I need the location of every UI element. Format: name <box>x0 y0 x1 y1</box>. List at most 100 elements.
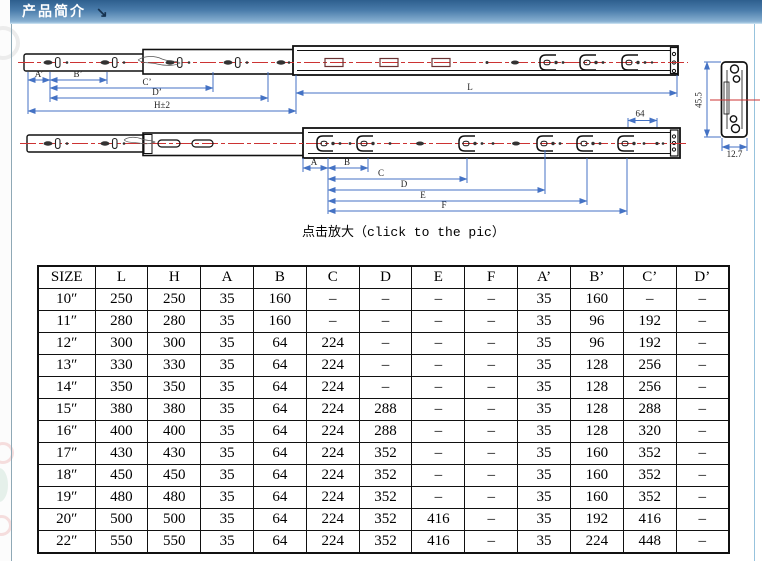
table-cell: 352 <box>623 443 676 465</box>
table-cell: – <box>306 311 359 333</box>
table-cell: 352 <box>359 443 412 465</box>
section-header-bar: 产品简介 ↘ <box>10 0 762 24</box>
table-cell: 35 <box>201 421 254 443</box>
table-cell: – <box>359 355 412 377</box>
table-cell: 64 <box>253 487 306 509</box>
table-cell: – <box>412 333 465 355</box>
dimension-label: A <box>311 157 318 167</box>
table-cell: 128 <box>570 355 623 377</box>
table-cell: 500 <box>148 509 201 531</box>
table-cell: – <box>676 531 729 554</box>
table-cell: 224 <box>306 399 359 421</box>
table-cell: 224 <box>306 487 359 509</box>
table-cell: 224 <box>306 443 359 465</box>
table-cell: 280 <box>148 311 201 333</box>
table-cell: 11″ <box>38 311 95 333</box>
table-cell: 35 <box>201 509 254 531</box>
table-cell: 64 <box>253 333 306 355</box>
table-cell: 280 <box>95 311 148 333</box>
table-cell: 330 <box>148 355 201 377</box>
table-cell: 19″ <box>38 487 95 509</box>
table-cell: 35 <box>518 531 571 554</box>
table-cell: – <box>465 487 518 509</box>
table-cell: 352 <box>359 487 412 509</box>
column-header: L <box>95 266 148 289</box>
table-cell: 160 <box>570 487 623 509</box>
product-drawing[interactable]: A’ B’ C’ D’ H±2 L <box>0 24 762 216</box>
drawing-caption[interactable]: 点击放大（click to the pic） <box>302 221 505 240</box>
table-cell: 35 <box>518 333 571 355</box>
table-cell: 35 <box>201 487 254 509</box>
table-cell: 430 <box>148 443 201 465</box>
table-cell: 35 <box>518 443 571 465</box>
column-header: A’ <box>518 266 571 289</box>
table-cell: – <box>412 355 465 377</box>
table-cell: 160 <box>570 443 623 465</box>
table-cell: 64 <box>253 377 306 399</box>
table-cell: – <box>676 487 729 509</box>
table-cell: 64 <box>253 355 306 377</box>
table-cell: 64 <box>253 443 306 465</box>
table-cell: 288 <box>359 399 412 421</box>
table-cell: 160 <box>570 289 623 311</box>
table-cell: 400 <box>95 421 148 443</box>
extended-slide-drawing: A’ B’ C’ D’ H±2 L <box>18 46 688 114</box>
table-cell: 35 <box>518 509 571 531</box>
table-cell: – <box>676 465 729 487</box>
table-cell: 250 <box>95 289 148 311</box>
table-cell: 17″ <box>38 443 95 465</box>
table-cell: 96 <box>570 311 623 333</box>
table-cell: 192 <box>623 333 676 355</box>
dimension-label: L <box>467 82 473 92</box>
table-cell: 256 <box>623 355 676 377</box>
table-cell: 35 <box>518 355 571 377</box>
table-cell: 500 <box>95 509 148 531</box>
table-cell: – <box>465 289 518 311</box>
table-cell: 288 <box>623 399 676 421</box>
table-row: 19″4804803564224352––35160352– <box>38 487 729 509</box>
table-cell: 35 <box>201 531 254 554</box>
dimension-label: 64 <box>636 109 646 119</box>
table-cell: 35 <box>518 311 571 333</box>
table-cell: – <box>465 333 518 355</box>
table-row: 11″28028035160––––3596192– <box>38 311 729 333</box>
table-cell: 128 <box>570 377 623 399</box>
table-cell: 160 <box>253 289 306 311</box>
column-header: F <box>465 266 518 289</box>
table-cell: 35 <box>518 487 571 509</box>
table-cell: 35 <box>201 311 254 333</box>
table-cell: 450 <box>95 465 148 487</box>
dimension-label: A’ <box>35 69 44 79</box>
table-cell: – <box>465 377 518 399</box>
column-header: SIZE <box>38 266 95 289</box>
table-row: 10″25025035160––––35160–– <box>38 289 729 311</box>
table-cell: 35 <box>518 289 571 311</box>
table-row: 16″4004003564224288––35128320– <box>38 421 729 443</box>
table-row: 12″3003003564224–––3596192– <box>38 333 729 355</box>
table-cell: 350 <box>95 377 148 399</box>
table-cell: 430 <box>95 443 148 465</box>
table-cell: 300 <box>148 333 201 355</box>
table-cell: – <box>412 377 465 399</box>
table-row: 22″5505503564224352416–35224448– <box>38 531 729 554</box>
table-cell: 35 <box>201 399 254 421</box>
dimension-label: C <box>378 168 384 178</box>
column-header: B <box>253 266 306 289</box>
page: 产品简介 ↘ <box>0 0 762 561</box>
table-cell: – <box>412 289 465 311</box>
table-cell: 380 <box>95 399 148 421</box>
column-header: C <box>306 266 359 289</box>
dimension-label: 12.7 <box>727 149 743 159</box>
table-cell: – <box>412 487 465 509</box>
table-cell: 35 <box>518 399 571 421</box>
table-cell: 10″ <box>38 289 95 311</box>
table-row: 15″3803803564224288––35128288– <box>38 399 729 421</box>
table-cell: 224 <box>306 531 359 554</box>
table-cell: 224 <box>306 465 359 487</box>
table-row: 20″5005003564224352416–35192416– <box>38 509 729 531</box>
table-cell: 13″ <box>38 355 95 377</box>
arrow-icon: ↘ <box>96 1 108 24</box>
table-cell: 128 <box>570 399 623 421</box>
dimension-label: B <box>344 157 350 167</box>
closed-slide-drawing: 64 A B C D <box>20 109 688 216</box>
